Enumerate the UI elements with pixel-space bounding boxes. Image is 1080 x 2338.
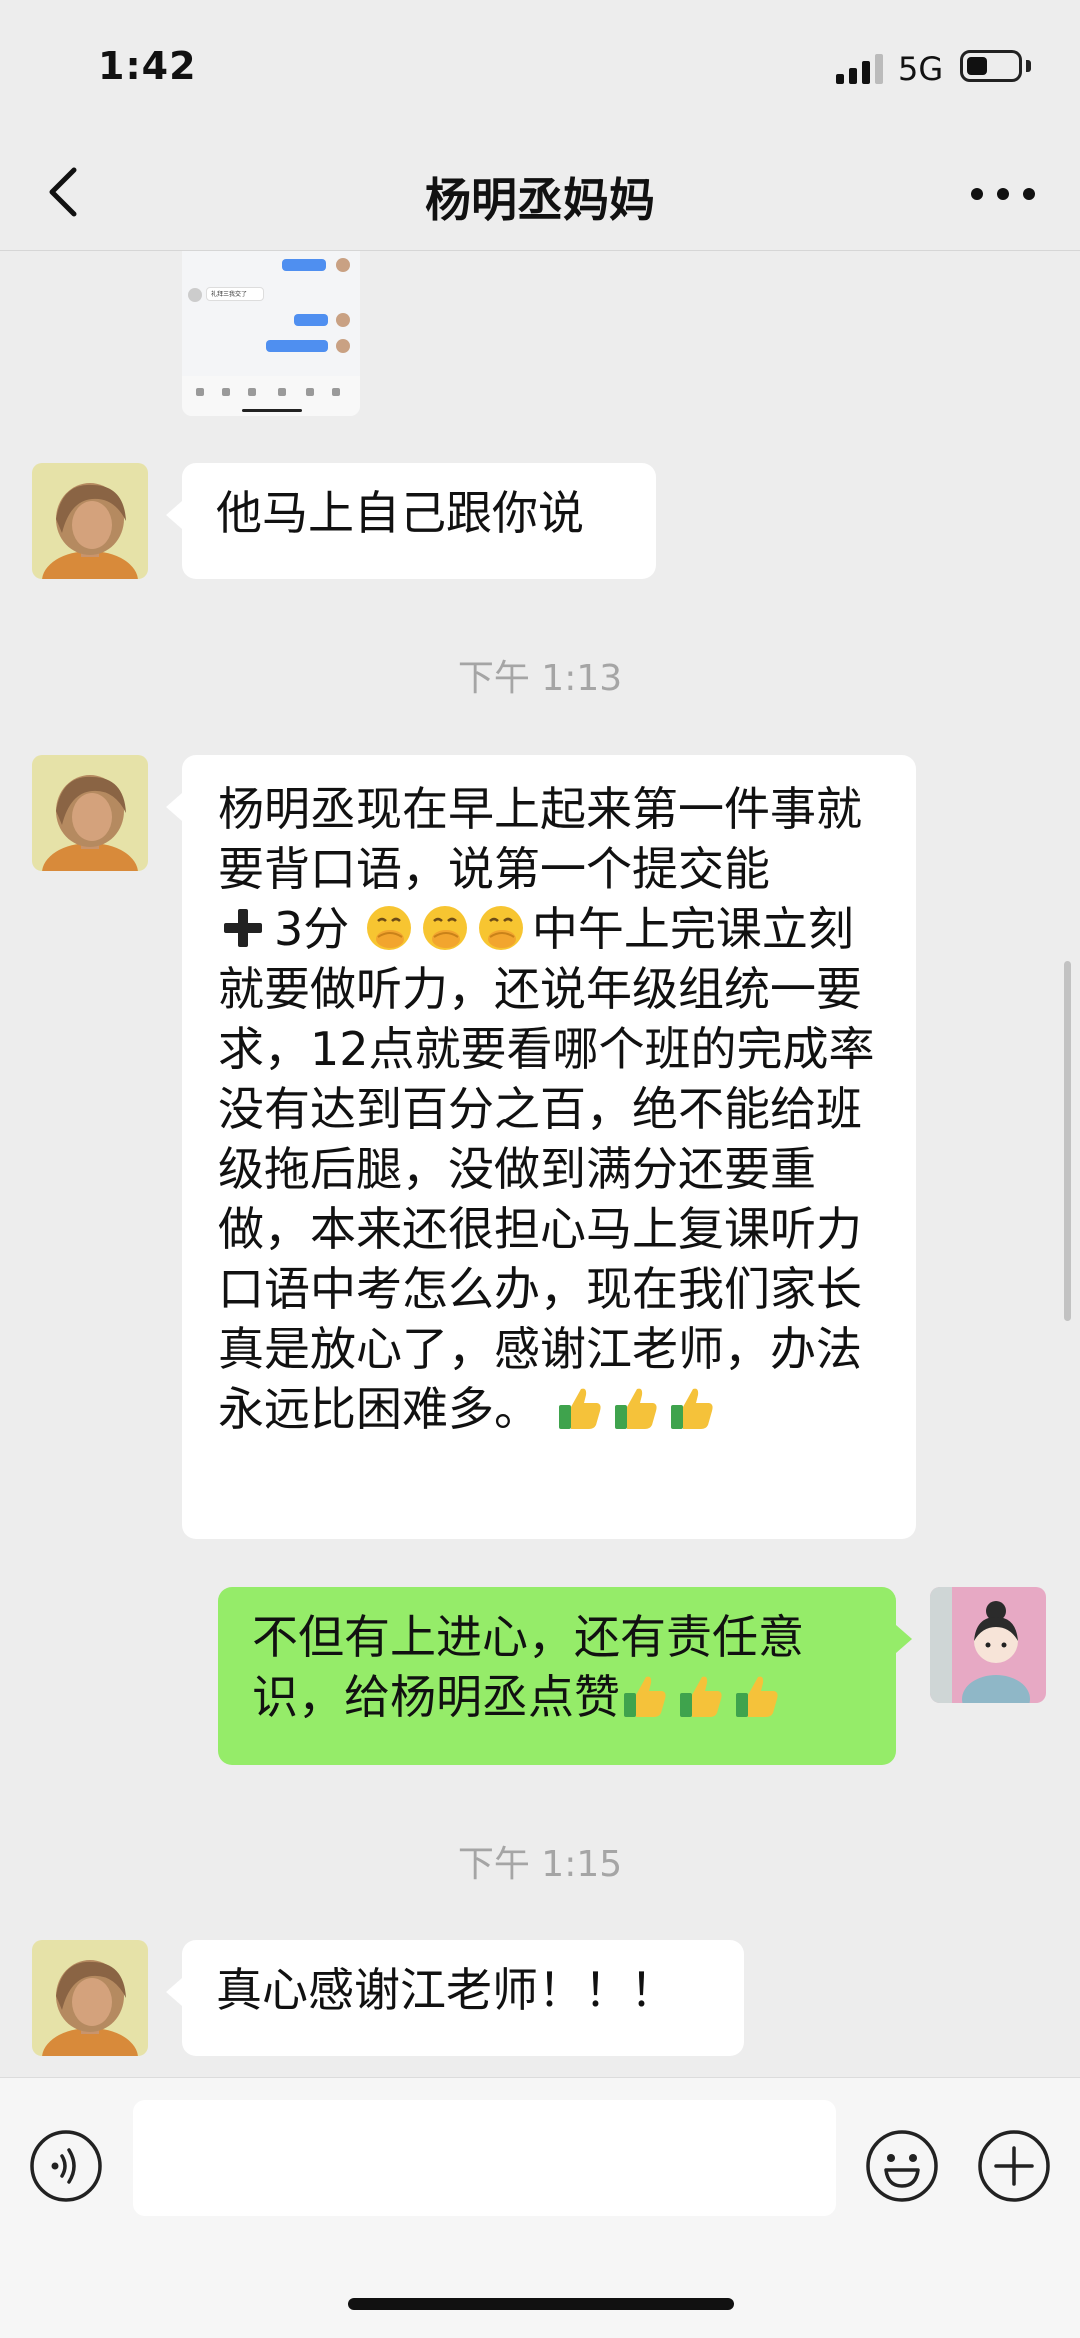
thumbs-up-icon: [624, 1676, 666, 1717]
hand-over-mouth-icon: [366, 906, 411, 950]
contact-avatar[interactable]: [32, 1940, 148, 2056]
thumb-bubble: [294, 314, 328, 326]
message-bubble-incoming[interactable]: 他马上自己跟你说: [166, 463, 656, 579]
voice-icon[interactable]: [28, 2128, 104, 2204]
network-type: 5G: [898, 50, 944, 88]
thumb-icon: [248, 388, 256, 396]
thumb-icon: [222, 388, 230, 396]
hand-over-mouth-icon: [478, 906, 523, 950]
my-avatar[interactable]: [930, 1587, 1046, 1703]
chat-header: 杨明丞妈妈: [0, 140, 1080, 251]
message-bubble-outgoing[interactable]: 不但有上进心，还有责任意识，给杨明丞点赞: [218, 1587, 912, 1765]
thumb-icon: [278, 388, 286, 396]
status-time: 1:42: [98, 44, 197, 88]
signal-icon: [836, 54, 883, 84]
thumb-avatar: [336, 313, 350, 327]
thumb-avatar: [336, 258, 350, 272]
message-text: 3分: [274, 902, 350, 956]
thumb-home-bar: [242, 409, 302, 412]
thumb-icon: [332, 388, 340, 396]
message-timestamp: 下午 1:13: [457, 658, 623, 699]
home-indicator[interactable]: [348, 2298, 734, 2310]
thumb-text: 礼拜三我交了: [211, 291, 248, 298]
emoji-icon[interactable]: [864, 2128, 940, 2204]
message-input[interactable]: [133, 2100, 836, 2216]
image-message[interactable]: 礼拜三我交了: [182, 251, 360, 416]
message-list[interactable]: 礼拜三我交了 他马上自己跟你说 下午 1:13 杨明丞现在早上起来第一件事就要背…: [0, 251, 1080, 2076]
hand-over-mouth-icon: [422, 906, 467, 950]
message-bubble-incoming[interactable]: 杨明丞现在早上起来第一件事就要背口语，说第一个提交能 3分 中午上完课立刻就要做…: [166, 755, 916, 1539]
thumb-bubble: [282, 259, 326, 271]
thumbs-up-icon: [670, 1388, 713, 1429]
battery-cap: [1026, 60, 1031, 72]
page-title: 杨明丞妈妈: [425, 173, 655, 227]
message-bubble-incoming[interactable]: 真心感谢江老师！！！: [166, 1940, 744, 2056]
heavy-plus-icon: [224, 909, 262, 947]
thumb-avatar: [336, 339, 350, 353]
thumbs-up-icon: [558, 1388, 601, 1429]
thumb-input-bar: [182, 376, 360, 416]
thumb-icon: [196, 388, 204, 396]
message-text: 中午上完课立刻就要做听力，还说年级组统一要求，12点就要看哪个班的完成率没有达到…: [218, 902, 875, 1436]
thumbs-up-icon: [614, 1388, 657, 1429]
thumb-avatar: [188, 288, 202, 302]
more-icon[interactable]: [968, 176, 1038, 212]
thumbs-up-icon: [680, 1676, 722, 1717]
contact-avatar[interactable]: [32, 755, 148, 871]
scrollbar[interactable]: [1064, 961, 1071, 1321]
thumb-bubble-incoming: 礼拜三我交了: [206, 287, 264, 301]
thumb-icon: [306, 388, 314, 396]
thumbs-up-icon: [736, 1676, 778, 1717]
message-timestamp: 下午 1:15: [457, 1844, 623, 1885]
plus-icon[interactable]: [976, 2128, 1052, 2204]
battery-icon: [960, 50, 1022, 82]
message-text: 杨明丞现在早上起来第一件事就要背口语，说第一个提交能: [218, 782, 862, 896]
contact-avatar[interactable]: [32, 463, 148, 579]
battery-level: [967, 57, 987, 75]
thumb-bubble: [266, 340, 328, 352]
status-bar: 1:42 5G: [0, 0, 1080, 140]
